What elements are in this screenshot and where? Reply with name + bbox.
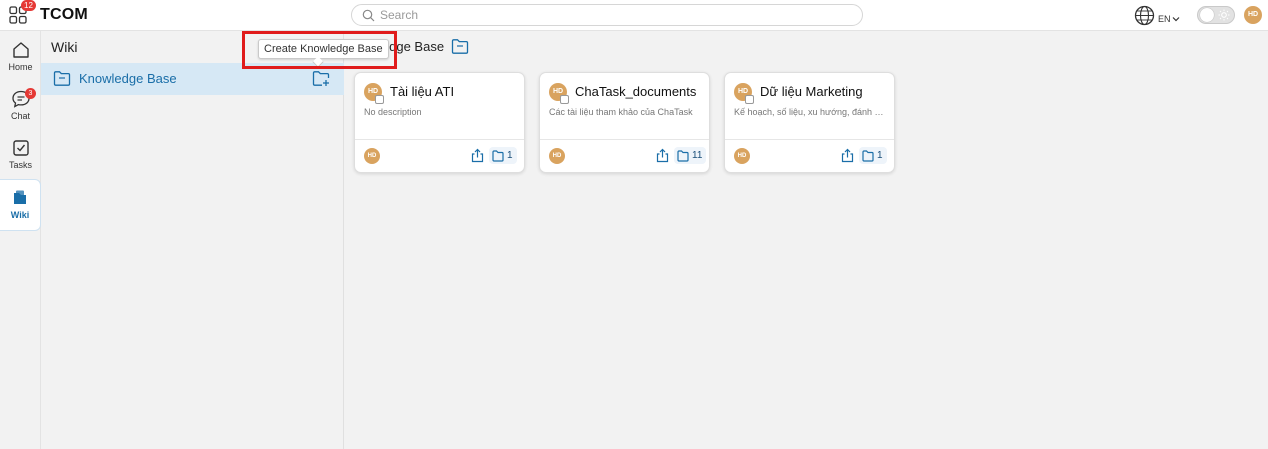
wiki-sidebar: Wiki Knowledge Base xyxy=(41,31,344,449)
wiki-icon xyxy=(14,190,26,204)
chat-unread-badge: 3 xyxy=(25,88,36,99)
documents-icon xyxy=(677,149,689,162)
rail-item-wiki[interactable]: Wiki xyxy=(0,179,41,231)
annotation-highlight-box xyxy=(242,31,397,69)
documents-icon xyxy=(492,149,504,162)
share-icon[interactable] xyxy=(655,148,670,163)
language-label[interactable]: EN xyxy=(1158,14,1171,24)
knowledge-base-card[interactable]: HD Tài liệu ATI No description HD 1 xyxy=(354,72,525,173)
card-title: Dữ liệu Marketing xyxy=(760,84,863,99)
card-owner-avatar: HD xyxy=(734,148,750,164)
user-avatar[interactable]: HD xyxy=(1244,6,1262,24)
share-icon[interactable] xyxy=(840,148,855,163)
card-owner-avatar: HD xyxy=(549,148,565,164)
rail-label-chat: Chat xyxy=(10,111,30,121)
rail-label-home: Home xyxy=(8,62,33,72)
search-box[interactable] xyxy=(351,4,863,26)
card-description: No description xyxy=(364,107,422,117)
card-owner-avatar: HD xyxy=(364,148,380,164)
knowledge-base-card[interactable]: HD Dữ liệu Marketing Kế hoạch, số liệu, … xyxy=(724,72,895,173)
folder-icon xyxy=(53,71,71,86)
globe-icon[interactable] xyxy=(1134,5,1155,26)
share-icon[interactable] xyxy=(470,148,485,163)
document-count-chip[interactable]: 1 xyxy=(859,147,887,164)
folder-icon xyxy=(451,39,469,54)
create-folder-icon[interactable] xyxy=(312,70,330,87)
search-input[interactable] xyxy=(380,7,850,23)
lock-icon xyxy=(375,95,384,104)
card-description: Các tài liệu tham khảo của ChaTask xyxy=(549,107,693,117)
tasks-icon xyxy=(12,140,29,156)
toggle-knob xyxy=(1200,8,1214,22)
home-icon xyxy=(12,42,29,58)
rail-item-tasks[interactable]: Tasks xyxy=(0,135,41,183)
card-title: Tài liệu ATI xyxy=(390,84,455,99)
rail-item-home[interactable]: Home xyxy=(0,37,41,85)
sidebar-item-label: Knowledge Base xyxy=(79,71,177,86)
rail-label-wiki: Wiki xyxy=(10,210,30,220)
document-count-chip[interactable]: 1 xyxy=(489,147,517,164)
rail-item-chat[interactable]: 3 Chat xyxy=(0,86,41,134)
document-count-chip[interactable]: 11 xyxy=(674,147,707,164)
search-icon xyxy=(362,9,375,22)
document-count: 11 xyxy=(692,150,703,161)
sun-icon xyxy=(1218,9,1230,21)
rail-label-tasks: Tasks xyxy=(8,160,32,170)
document-count: 1 xyxy=(877,150,883,161)
documents-icon xyxy=(862,149,874,162)
chevron-down-icon[interactable] xyxy=(1172,15,1180,23)
apps-notification-badge: 12 xyxy=(21,0,36,11)
top-bar: 12 TCOM EN HD xyxy=(0,0,1268,31)
wiki-panel-title: Wiki xyxy=(51,39,78,55)
left-nav-rail: Home 3 Chat Tasks Wiki xyxy=(0,31,41,449)
main-content: ledge Base HD Tài liệu ATI No descriptio… xyxy=(345,31,1268,449)
lock-icon xyxy=(745,95,754,104)
card-divider xyxy=(540,139,709,140)
card-divider xyxy=(725,139,894,140)
card-title: ChaTask_documents xyxy=(575,84,697,99)
card-divider xyxy=(355,139,524,140)
brand-logo-text: TCOM xyxy=(40,6,88,23)
card-description: Kế hoạch, số liệu, xu hướng, đánh giá... xyxy=(734,107,886,117)
knowledge-base-card[interactable]: HD ChaTask_documents Các tài liệu tham k… xyxy=(539,72,710,173)
document-count: 1 xyxy=(507,150,513,161)
theme-toggle[interactable] xyxy=(1197,6,1235,24)
lock-icon xyxy=(560,95,569,104)
